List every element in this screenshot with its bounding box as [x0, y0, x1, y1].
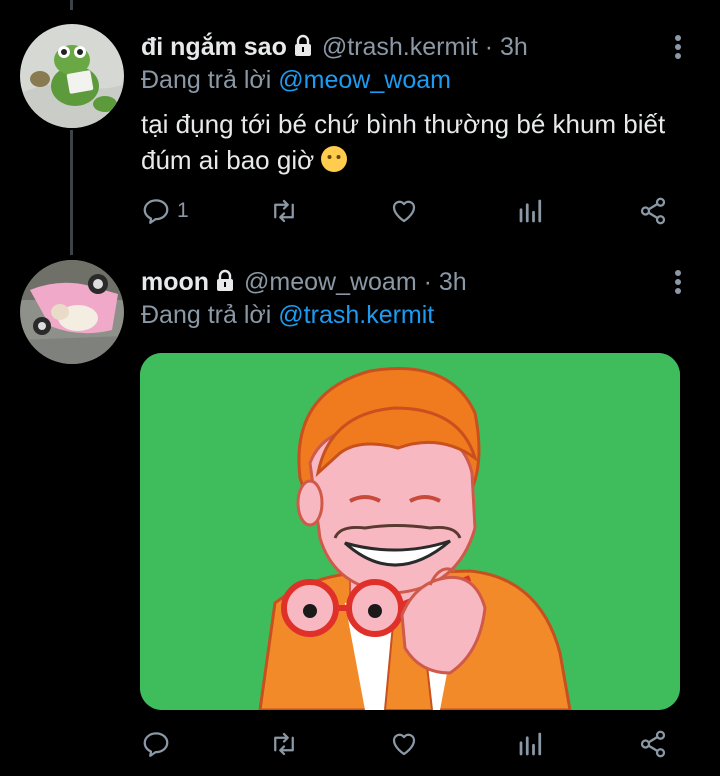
lock-icon — [291, 34, 315, 65]
retweet-button[interactable] — [269, 726, 299, 762]
share-button[interactable] — [638, 726, 668, 762]
analytics-button[interactable] — [516, 193, 546, 229]
lock-icon — [213, 269, 237, 300]
reply-mention[interactable]: @trash.kermit — [278, 301, 434, 329]
like-icon — [392, 733, 416, 756]
tweet[interactable]: đi ngắm sao @trash.kermit · 3h Đang trả … — [0, 0, 720, 255]
more-icon[interactable] — [666, 267, 690, 297]
reply-button[interactable] — [141, 726, 177, 762]
analytics-icon — [519, 732, 542, 756]
reply-context: Đang trả lời @meow_woam — [141, 65, 451, 95]
handle-time: @meow_woam · 3h — [244, 268, 467, 296]
share-icon — [640, 197, 666, 225]
tweet-header: đi ngắm sao @trash.kermit · 3h — [141, 32, 528, 65]
like-button[interactable] — [389, 193, 419, 229]
reply-prefix: Đang trả lời — [141, 301, 272, 329]
tweet-text: tại đụng tới bé chứ bình thường bé khum … — [141, 106, 701, 182]
tweet[interactable]: moon @meow_woam · 3h Đang trả lời @trash… — [0, 255, 720, 776]
retweet-icon — [274, 199, 294, 223]
reply-prefix: Đang trả lời — [141, 66, 272, 94]
more-icon[interactable] — [666, 32, 690, 62]
reply-button[interactable]: 1 — [141, 193, 189, 229]
tweet-media-image[interactable] — [140, 353, 680, 710]
display-name[interactable]: moon — [141, 268, 209, 296]
display-name[interactable]: đi ngắm sao — [141, 33, 287, 61]
like-button[interactable] — [389, 726, 419, 762]
tweet-actions — [141, 726, 681, 762]
reply-icon — [143, 199, 169, 224]
retweet-button[interactable] — [269, 193, 299, 229]
tweet-text-content: tại đụng tới bé chứ bình thường bé khum … — [141, 109, 666, 175]
retweet-icon — [274, 732, 294, 756]
like-icon — [392, 200, 416, 223]
reply-context: Đang trả lời @trash.kermit — [141, 300, 434, 330]
share-icon — [640, 730, 666, 758]
reply-icon — [143, 732, 169, 757]
analytics-icon — [519, 199, 542, 223]
neutral-face-emoji — [320, 145, 348, 182]
reply-mention[interactable]: @meow_woam — [278, 66, 451, 94]
handle-time: @trash.kermit · 3h — [321, 33, 528, 61]
tweet-actions: 1 — [141, 193, 681, 229]
tweet-header: moon @meow_woam · 3h — [141, 267, 467, 300]
share-button[interactable] — [638, 193, 668, 229]
avatar[interactable] — [20, 24, 124, 128]
analytics-button[interactable] — [516, 726, 546, 762]
reply-count: 1 — [177, 199, 189, 222]
avatar[interactable] — [20, 260, 124, 364]
